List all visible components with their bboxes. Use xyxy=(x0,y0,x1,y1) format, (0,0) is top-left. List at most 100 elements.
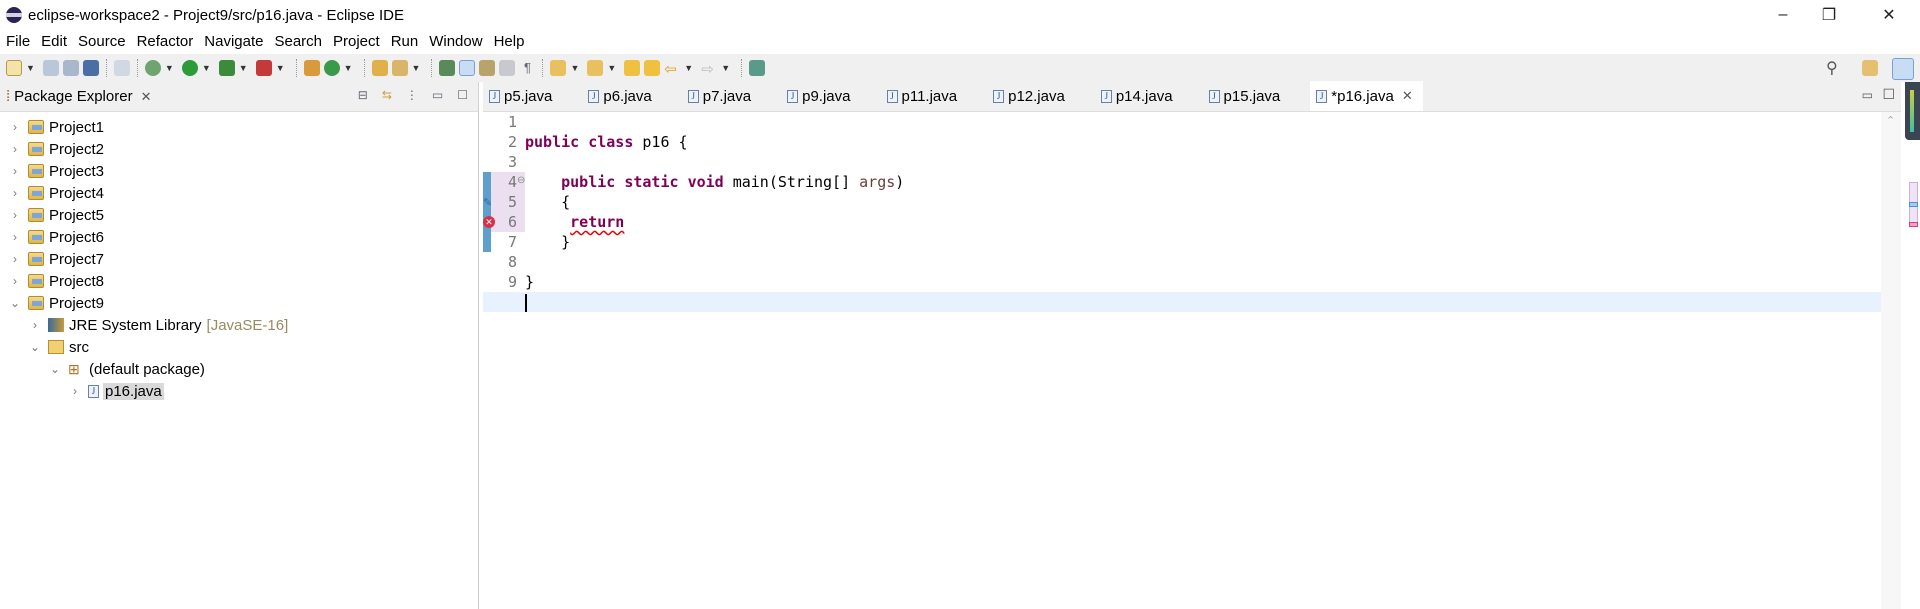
menu-help[interactable]: Help xyxy=(494,33,525,50)
expand-chevron-icon[interactable]: › xyxy=(68,384,82,398)
terminal-icon[interactable] xyxy=(82,60,99,76)
search-dropdown-icon[interactable]: ▼ xyxy=(412,63,421,73)
tree-item[interactable]: ⌄ ⊞ (default package) xyxy=(48,358,205,380)
menu-file[interactable]: File xyxy=(6,33,30,50)
link-with-editor-icon[interactable]: ⇆ xyxy=(382,88,392,102)
tree-item[interactable]: › Jp16.java xyxy=(68,380,164,402)
tree-item[interactable]: ⌄ Project9 xyxy=(8,292,104,314)
editor-tab[interactable]: Jp9.java xyxy=(781,81,860,111)
close-button[interactable]: ✕ xyxy=(1866,0,1912,30)
expand-chevron-icon[interactable]: ⌄ xyxy=(8,296,22,310)
coverage-dropdown-icon[interactable]: ▼ xyxy=(239,63,248,73)
expand-chevron-icon[interactable]: › xyxy=(8,208,22,222)
code-editor[interactable]: public class p16 { public static void ma… xyxy=(483,112,1901,609)
tree-item[interactable]: › Project2 xyxy=(8,138,104,160)
tree-item[interactable]: › Project7 xyxy=(8,248,104,270)
java-perspective-icon[interactable] xyxy=(1892,58,1914,80)
expand-chevron-icon[interactable]: › xyxy=(8,230,22,244)
minimize-view-icon[interactable]: ▭ xyxy=(432,88,443,102)
editor-tab[interactable]: Jp12.java xyxy=(987,81,1075,111)
new-java-package-icon[interactable] xyxy=(303,60,320,76)
editor-tab[interactable]: Jp5.java xyxy=(483,81,562,111)
package-explorer-title[interactable]: Package Explorer xyxy=(14,88,132,105)
tree-item[interactable]: › Project4 xyxy=(8,182,104,204)
mark-occurrences-icon[interactable] xyxy=(459,60,476,76)
back-icon[interactable]: ⇦ xyxy=(664,60,680,78)
collapse-all-icon[interactable]: ⊟ xyxy=(358,88,368,102)
view-menu-icon[interactable]: ⋮ xyxy=(406,88,418,102)
forward-icon[interactable]: ⇨ xyxy=(701,60,717,78)
toggle-breadcrumb-icon[interactable] xyxy=(439,60,456,76)
menu-source[interactable]: Source xyxy=(78,33,126,50)
expand-chevron-icon[interactable]: › xyxy=(8,186,22,200)
tree-item[interactable]: › JRE System Library [JavaSE-16] xyxy=(28,314,288,336)
open-perspective-icon[interactable] xyxy=(1862,60,1878,76)
tree-item[interactable]: › Project6 xyxy=(8,226,104,248)
save-icon[interactable] xyxy=(42,60,59,76)
coverage-icon[interactable] xyxy=(218,60,235,76)
new-icon[interactable] xyxy=(6,60,22,76)
skip-breakpoints-icon[interactable] xyxy=(113,60,130,76)
minimize-editor-icon[interactable]: ▭ xyxy=(1862,88,1873,102)
word-wrap-icon[interactable] xyxy=(479,60,496,76)
minimize-button[interactable]: – xyxy=(1760,0,1806,30)
search-icon[interactable]: ⚲ xyxy=(1826,58,1838,78)
editor-tab[interactable]: Jp14.java xyxy=(1095,81,1183,111)
tree-item[interactable]: › Project8 xyxy=(8,270,104,292)
tree-item[interactable]: ⌄ src xyxy=(28,336,89,358)
previous-annotation-icon[interactable] xyxy=(587,60,604,76)
new-java-class-icon[interactable] xyxy=(323,60,340,76)
close-view-icon[interactable]: ✕ xyxy=(141,89,152,105)
maximize-button[interactable]: ❐ xyxy=(1806,0,1852,30)
tree-item[interactable]: › Project1 xyxy=(8,116,104,138)
new-class-dropdown-icon[interactable]: ▼ xyxy=(344,63,353,73)
editor-tab[interactable]: Jp7.java xyxy=(682,81,761,111)
next-annotation-icon[interactable] xyxy=(550,60,567,76)
editor-tab[interactable]: Jp11.java xyxy=(881,81,968,111)
menu-refactor[interactable]: Refactor xyxy=(137,33,194,50)
editor-tab[interactable]: Jp6.java xyxy=(582,81,661,111)
menu-navigate[interactable]: Navigate xyxy=(204,33,263,50)
open-type-icon[interactable] xyxy=(371,60,388,76)
search-tool-icon[interactable] xyxy=(391,60,408,76)
new-dropdown-icon[interactable]: ▼ xyxy=(26,63,35,73)
expand-chevron-icon[interactable]: › xyxy=(8,142,22,156)
next-annotation-dropdown-icon[interactable]: ▼ xyxy=(570,63,579,73)
menu-project[interactable]: Project xyxy=(333,33,380,50)
editor-tab[interactable]: J *p16.java ✕ xyxy=(1310,81,1423,111)
run-dropdown-icon[interactable]: ▼ xyxy=(202,63,211,73)
close-tab-icon[interactable]: ✕ xyxy=(1402,88,1413,104)
annotation-overview-strip[interactable] xyxy=(1901,82,1920,609)
menu-edit[interactable]: Edit xyxy=(41,33,67,50)
debug-dropdown-icon[interactable]: ▼ xyxy=(165,63,174,73)
expand-chevron-icon[interactable]: ⌄ xyxy=(28,340,42,354)
last-edit-location-icon[interactable] xyxy=(624,60,641,76)
block-selection-icon[interactable] xyxy=(499,60,516,76)
debug-icon[interactable] xyxy=(144,60,161,76)
save-all-icon[interactable] xyxy=(62,60,79,76)
show-whitespace-icon[interactable]: ¶ xyxy=(519,60,535,76)
previous-annotation-dropdown-icon[interactable]: ▼ xyxy=(607,63,616,73)
expand-chevron-icon[interactable]: › xyxy=(28,318,42,332)
forward-dropdown-icon[interactable]: ▼ xyxy=(721,63,730,73)
tree-item[interactable]: › Project5 xyxy=(8,204,104,226)
run-icon[interactable] xyxy=(181,60,198,76)
tree-item[interactable]: › Project3 xyxy=(8,160,104,182)
menu-window[interactable]: Window xyxy=(429,33,482,50)
menu-search[interactable]: Search xyxy=(274,33,322,50)
error-overview-marker[interactable] xyxy=(1909,222,1918,227)
menu-run[interactable]: Run xyxy=(391,33,419,50)
task-overview-marker[interactable] xyxy=(1909,202,1918,207)
external-tools-icon[interactable] xyxy=(255,60,272,76)
editor-tab[interactable]: Jp15.java xyxy=(1203,81,1291,111)
pin-editor-icon[interactable] xyxy=(749,60,766,76)
back-dropdown-icon[interactable]: ▼ xyxy=(684,63,693,73)
maximize-view-icon[interactable]: ☐ xyxy=(457,88,468,102)
external-tools-dropdown-icon[interactable]: ▼ xyxy=(276,63,285,73)
expand-chevron-icon[interactable]: › xyxy=(8,252,22,266)
expand-chevron-icon[interactable]: › xyxy=(8,164,22,178)
expand-chevron-icon[interactable]: ⌄ xyxy=(48,362,62,376)
expand-chevron-icon[interactable]: › xyxy=(8,120,22,134)
forward-edit-icon[interactable] xyxy=(644,60,661,76)
maximize-editor-icon[interactable]: ☐ xyxy=(1882,86,1895,103)
